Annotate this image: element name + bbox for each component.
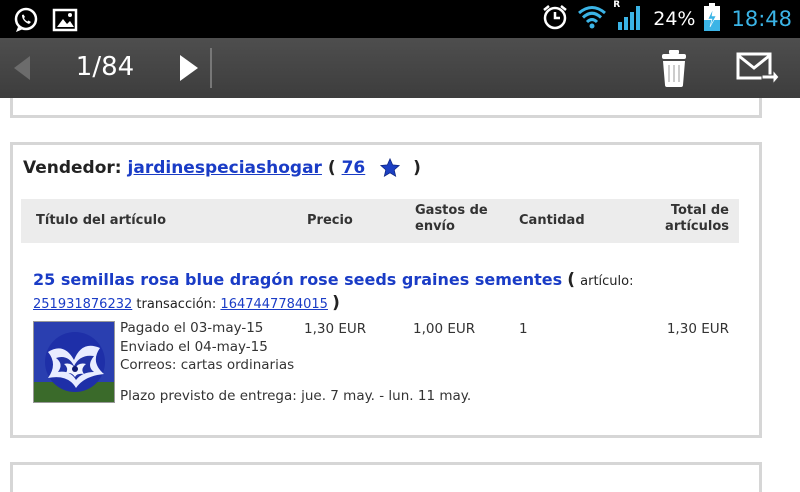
forward-mail-icon[interactable] [736, 50, 780, 86]
whatsapp-icon [12, 6, 40, 38]
clock: 18:48 [731, 7, 792, 31]
item-title-block: 25 semillas rosa blue dragón rose seeds … [33, 269, 733, 315]
order-card: Vendedor: jardinespeciashogar ( 76 ) Tít… [10, 142, 762, 438]
system-icons: R 24% 18:48 [541, 0, 792, 36]
item-quantity: 1 [519, 321, 528, 337]
seller-line: Vendedor: jardinespeciashogar ( 76 ) [23, 157, 421, 184]
header-shipping: Gastos de envío [415, 203, 495, 235]
action-divider [210, 48, 212, 88]
seller-paren-close: ) [413, 158, 421, 178]
transaction-number-link[interactable]: 1647447784015 [220, 297, 328, 312]
item-total: 1,30 EUR [666, 321, 729, 337]
status-bar: R 24% 18:48 [0, 0, 800, 38]
item-paren-open: ( [567, 270, 576, 290]
header-shipping-line1: Gastos de [415, 203, 488, 218]
signal-icon: R [613, 0, 645, 35]
star-icon [379, 157, 401, 184]
table-header: Título del artículo Precio Gastos de env… [21, 199, 739, 243]
message-body[interactable]: Vendedor: jardinespeciashogar ( 76 ) Tít… [0, 98, 800, 492]
article-number-link[interactable]: 251931876232 [33, 297, 132, 312]
wifi-icon [577, 4, 607, 34]
gallery-icon [52, 7, 78, 37]
action-bar: 1/84 [0, 38, 800, 98]
notification-icons [12, 6, 78, 38]
paid-date: Pagado el 03-may-15 [120, 320, 264, 336]
previous-card [10, 98, 762, 118]
delivery-estimate: Plazo previsto de entrega: jue. 7 may. -… [120, 388, 472, 404]
next-card [10, 462, 762, 492]
shipped-date: Enviado el 04-may-15 [120, 338, 268, 355]
item-paren-close: ) [332, 293, 340, 313]
seller-paren-open: ( [327, 158, 336, 178]
item-thumbnail[interactable] [33, 321, 115, 403]
header-quantity: Cantidad [519, 213, 585, 228]
header-price: Precio [307, 213, 353, 228]
header-total-line2: artículos [665, 219, 729, 234]
header-total-line1: Total de [670, 203, 729, 218]
battery-charging-icon [703, 2, 721, 36]
item-title-link[interactable]: 25 semillas rosa blue dragón rose seeds … [33, 270, 562, 289]
next-arrow-icon[interactable] [172, 52, 204, 84]
message-counter: 1/84 [75, 52, 135, 82]
seller-link[interactable]: jardinespeciashogar [128, 158, 322, 178]
transaction-label: transacción: [136, 297, 217, 312]
header-total: Total de artículos [639, 203, 729, 235]
prev-arrow-icon[interactable] [8, 53, 38, 83]
article-label: artículo: [580, 274, 634, 289]
seller-label: Vendedor: [23, 158, 122, 178]
alarm-icon [541, 3, 569, 35]
feedback-score-link[interactable]: 76 [342, 158, 366, 178]
battery-percent: 24% [653, 8, 696, 30]
item-price: 1,30 EUR [304, 321, 367, 337]
header-title: Título del artículo [36, 213, 167, 228]
item-shipping-cost: 1,00 EUR [413, 321, 476, 337]
trash-icon[interactable] [656, 48, 692, 88]
shipping-method: Correos: cartas ordinarias [120, 357, 295, 373]
header-shipping-line2: envío [415, 219, 455, 234]
item-details: Pagado el 03-may-15 Enviado el 04-may-15… [120, 319, 294, 375]
roaming-indicator: R [613, 0, 621, 10]
